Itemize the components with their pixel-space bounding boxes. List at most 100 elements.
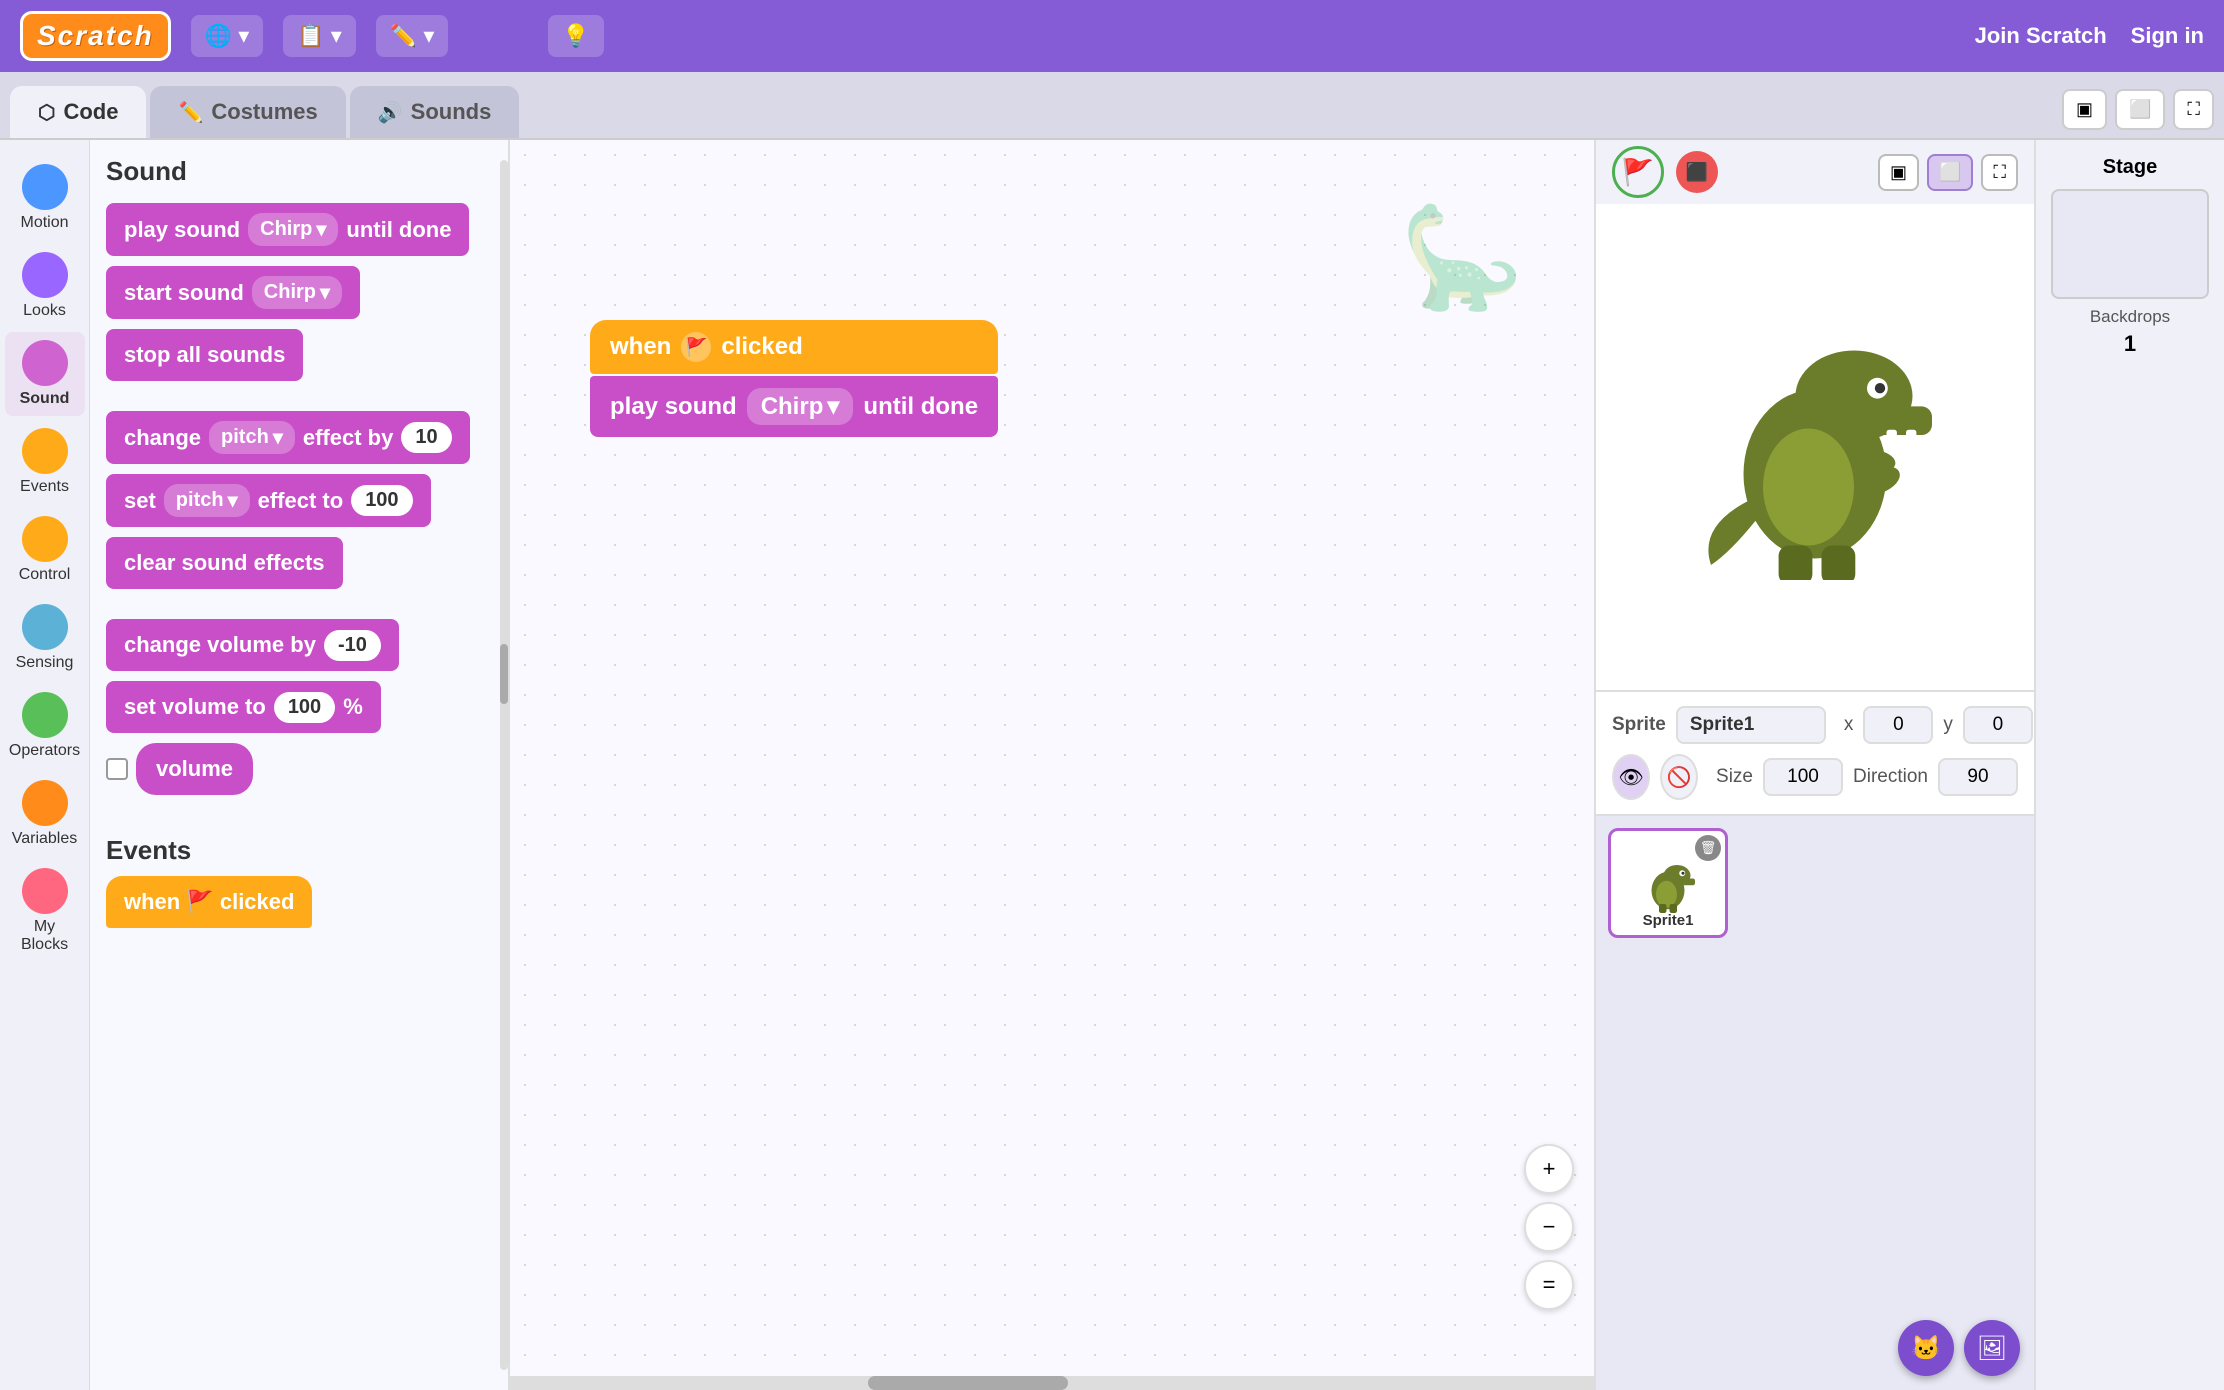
code-tab-label: Code <box>63 99 118 125</box>
sprite-delete-button[interactable]: 🗑 <box>1695 835 1721 861</box>
chirp-dropdown-1: ▾ <box>316 217 326 242</box>
fit-button[interactable]: = <box>1524 1260 1574 1310</box>
small-stage-button[interactable]: ▣ <box>1878 154 1919 191</box>
fullscreen-button[interactable]: ⛶ <box>2173 89 2214 130</box>
change-volume-block[interactable]: change volume by -10 <box>106 619 399 671</box>
events-preview-label: when 🚩 clicked <box>124 889 294 915</box>
sidebar-item-motion[interactable]: Motion <box>5 156 85 240</box>
events-label: Events <box>20 478 69 496</box>
effect-value-2[interactable]: 100 <box>351 485 412 516</box>
canvas-chirp-pill[interactable]: Chirp ▾ <box>747 388 854 425</box>
stop-all-sounds-block[interactable]: stop all sounds <box>106 329 303 381</box>
zoom-out-button[interactable]: − <box>1524 1202 1574 1252</box>
blocks-panel: Sound play sound Chirp ▾ until done star… <box>90 140 510 1390</box>
categories-sidebar: Motion Looks Sound Events Control Sensin… <box>0 140 90 1390</box>
sound-section-title: Sound <box>106 156 492 187</box>
tab-code[interactable]: ⬡ Code <box>10 86 146 138</box>
chirp-pill-1-text: Chirp <box>260 218 312 241</box>
x-input[interactable] <box>1863 706 1933 744</box>
volume-reporter-block[interactable]: volume <box>136 743 253 795</box>
chirp-pill-1[interactable]: Chirp ▾ <box>248 213 338 246</box>
join-scratch-link[interactable]: Join Scratch <box>1975 23 2107 49</box>
clear-sound-effects-block[interactable]: clear sound effects <box>106 537 343 589</box>
horiz-scrollbar-thumb[interactable] <box>868 1376 1068 1390</box>
volume-text: volume <box>156 756 233 782</box>
sprite-name-input[interactable] <box>1676 706 1826 744</box>
sidebar-item-control[interactable]: Control <box>5 508 85 592</box>
effect-value-1[interactable]: 10 <box>401 422 451 453</box>
set-pitch-effect-block[interactable]: set pitch ▾ effect to 100 <box>106 474 431 527</box>
scratch-logo[interactable]: Scratch <box>20 11 171 61</box>
save-menu-button[interactable]: 📋 ▾ <box>283 15 356 57</box>
volume-value[interactable]: 100 <box>274 692 335 723</box>
sign-in-link[interactable]: Sign in <box>2131 23 2204 49</box>
sprite-thumb-image <box>1633 853 1703 913</box>
tab-sounds[interactable]: 🔊 Sounds <box>350 86 520 138</box>
play-sound-until-done-block[interactable]: play sound Chirp ▾ until done <box>106 203 469 256</box>
sidebar-item-variables[interactable]: Variables <box>5 772 85 856</box>
hide-sprite-button[interactable]: 🚫 <box>1660 754 1698 800</box>
set-volume-block[interactable]: set volume to 100 % <box>106 681 381 733</box>
tips-button[interactable]: 💡 <box>548 15 603 57</box>
sound-label: Sound <box>20 390 70 408</box>
sidebar-item-myblocks[interactable]: My Blocks <box>5 860 85 962</box>
events-block-preview[interactable]: when 🚩 clicked <box>106 876 312 928</box>
stage-panel-title: Stage <box>2103 156 2157 179</box>
chirp-pill-2-text: Chirp <box>264 281 316 304</box>
add-backdrop-button[interactable]: 🖼 <box>1964 1320 2020 1376</box>
pitch-dropdown-1: ▾ <box>273 425 283 450</box>
stop-all-sounds-label: stop all sounds <box>124 342 285 368</box>
pitch-pill-1[interactable]: pitch ▾ <box>209 421 295 454</box>
sidebar-item-looks[interactable]: Looks <box>5 244 85 328</box>
y-input[interactable] <box>1963 706 2033 744</box>
fullscreen-stage-button[interactable]: ⛶ <box>1981 154 2018 191</box>
blocks-scrollbar[interactable] <box>500 160 508 1370</box>
sidebar-item-sound[interactable]: Sound <box>5 332 85 416</box>
pitch-pill-2[interactable]: pitch ▾ <box>164 484 250 517</box>
sidebar-item-events[interactable]: Events <box>5 420 85 504</box>
canvas-event-block[interactable]: when 🚩 clicked <box>590 320 998 374</box>
start-sound-label: start sound <box>124 280 244 306</box>
sidebar-item-sensing[interactable]: Sensing <box>5 596 85 680</box>
stop-button[interactable]: ⬛ <box>1676 151 1718 193</box>
canvas-sound-block[interactable]: play sound Chirp ▾ until done <box>590 376 998 437</box>
start-sound-block[interactable]: start sound Chirp ▾ <box>106 266 360 319</box>
blocks-scrollbar-thumb[interactable] <box>500 644 508 704</box>
direction-label: Direction <box>1853 766 1928 788</box>
nav-right: Join Scratch Sign in <box>1975 23 2204 49</box>
sprite-thumb-sprite1[interactable]: Sprite1 🗑 <box>1608 828 1728 938</box>
full-editor-button[interactable]: ⬜ <box>2115 89 2165 130</box>
volume-reporter-row: volume <box>106 743 492 795</box>
volume-change-value[interactable]: -10 <box>324 630 381 661</box>
play-sound-label: play sound <box>124 217 240 243</box>
tab-costumes[interactable]: ✏️ Costumes <box>150 86 345 138</box>
sidebar-item-operators[interactable]: Operators <box>5 684 85 768</box>
set-volume-label: set volume to <box>124 694 266 720</box>
direction-input[interactable] <box>1938 758 2018 796</box>
globe-menu-button[interactable]: 🌐 ▾ <box>191 15 264 57</box>
add-buttons: 🐱 🖼 <box>1898 1320 2020 1376</box>
show-sprite-button[interactable]: 👁 <box>1612 754 1650 800</box>
pitch-label-1: pitch <box>221 426 269 449</box>
zoom-in-button[interactable]: + <box>1524 1144 1574 1194</box>
green-flag-button[interactable]: 🚩 <box>1612 146 1664 198</box>
size-input[interactable] <box>1763 758 1843 796</box>
stage-side-panel: Stage Backdrops 1 <box>2034 140 2224 1390</box>
script-area[interactable]: 🦕 when 🚩 clicked play sound Chirp ▾ unti… <box>510 140 1594 1390</box>
events-section-title: Events <box>106 835 492 866</box>
add-sprite-button[interactable]: 🐱 <box>1898 1320 1954 1376</box>
control-circle <box>22 516 68 562</box>
sprite-list: Sprite1 🗑 🐱 🖼 <box>1596 816 2034 1390</box>
sensing-circle <box>22 604 68 650</box>
looks-circle <box>22 252 68 298</box>
edit-menu-button[interactable]: ✏️ ▾ <box>376 15 449 57</box>
split-view-button[interactable]: ▣ <box>2062 89 2107 130</box>
variables-circle <box>22 780 68 826</box>
horiz-scrollbar[interactable] <box>510 1376 1594 1390</box>
chirp-pill-2[interactable]: Chirp ▾ <box>252 276 342 309</box>
operators-label: Operators <box>9 742 80 760</box>
y-label: y <box>1943 714 1953 736</box>
change-pitch-effect-block[interactable]: change pitch ▾ effect by 10 <box>106 411 470 464</box>
volume-checkbox[interactable] <box>106 758 128 780</box>
big-stage-button[interactable]: ⬜ <box>1927 154 1973 191</box>
